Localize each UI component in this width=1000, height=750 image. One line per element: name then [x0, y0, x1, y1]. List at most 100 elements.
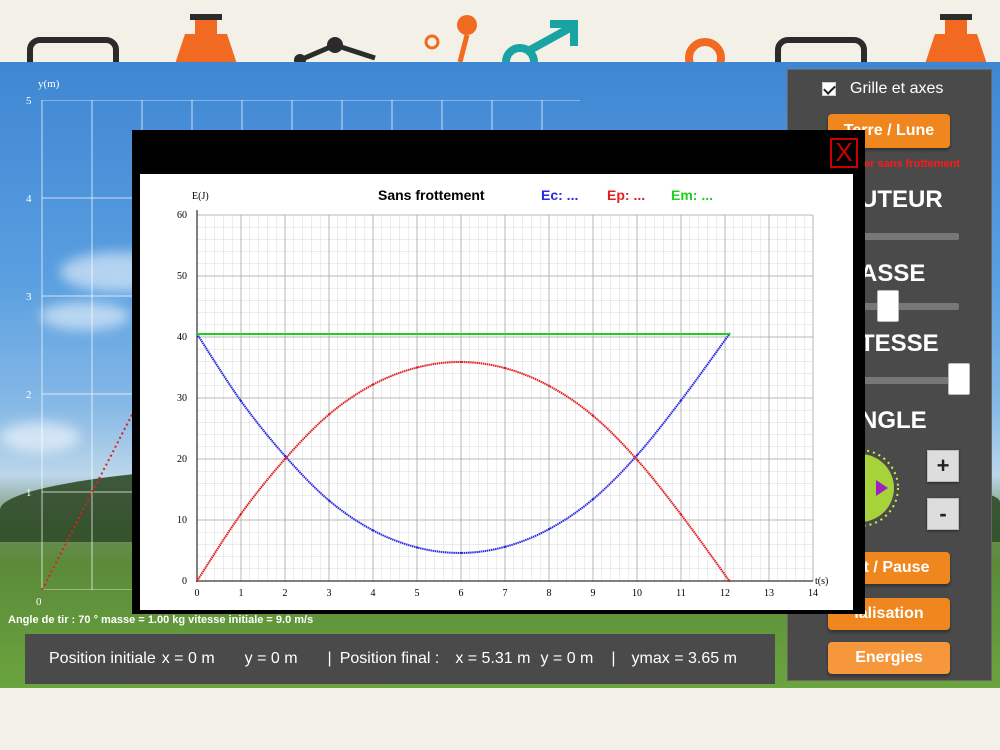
y-tick-label: 30: [177, 393, 187, 404]
x-tick-label: 7: [503, 588, 508, 599]
pin-icon: [424, 15, 477, 62]
series-ec-point: [459, 551, 463, 555]
mass-heading: ASSE: [860, 260, 926, 287]
series-ep-point: [195, 579, 199, 583]
x-tick-label: 5: [415, 588, 420, 599]
x-tick-label: 4: [371, 588, 376, 599]
close-button[interactable]: X: [830, 138, 858, 168]
x-tick-label: 3: [327, 588, 332, 599]
series-ep-point: [283, 457, 287, 461]
final-y-value: y = 0 m: [540, 650, 594, 667]
speed-slider[interactable]: [864, 377, 959, 384]
friction-note: er sans frottement: [864, 158, 960, 170]
series-ep-point: [415, 366, 419, 369]
legend-entry-ec: Ec: ...: [541, 187, 578, 203]
x-tick-label: 14: [808, 588, 818, 599]
y-tick-label: 3: [26, 291, 32, 303]
series-ep-point: [503, 366, 507, 370]
science-icons-decoration: [27, 14, 987, 62]
position-bar: Position initiale x = 0 m y = 0 m | Posi…: [25, 634, 775, 684]
y-tick-label: 20: [177, 454, 187, 465]
angle-heading: NGLE: [860, 407, 927, 434]
separator: |: [611, 650, 616, 667]
series-ep-point: [679, 513, 683, 516]
x-tick-label: 0: [195, 588, 200, 599]
y-tick-label: 1: [26, 487, 32, 499]
angle-plus-button[interactable]: +: [927, 450, 959, 482]
grid-axes-toggle[interactable]: Grille et axes: [822, 80, 943, 98]
x-tick-label: 8: [547, 588, 552, 599]
series-ec-point: [503, 545, 507, 549]
checkbox[interactable]: [822, 82, 836, 96]
series-em-point: [728, 332, 731, 336]
energy-chart: 0 1 2 3 4 5 6 7 8 9 10 11 12 13 140102030405060E(J)t(s…: [177, 187, 828, 599]
final-position-label: Position final :: [339, 650, 440, 667]
molecule-icon: [294, 37, 376, 62]
y-axis-label: E(J): [192, 191, 209, 202]
x-tick-label: 10: [632, 588, 642, 599]
angle-dial[interactable]: [860, 442, 920, 532]
ymax-value: ymax = 3.65 m: [631, 650, 737, 667]
speed-heading: TESSE: [860, 330, 939, 357]
y-tick-label: 0: [36, 596, 42, 608]
legend-entry-ep: Ep: ...: [607, 187, 645, 203]
x-tick-label: 2: [283, 588, 288, 599]
shot-parameters-text: Angle de tir : 70 ° masse = 1.00 kg vite…: [8, 614, 314, 626]
speed-slider-thumb[interactable]: [948, 363, 970, 395]
series-ep-point: [635, 458, 639, 461]
series-ep-point: [459, 360, 463, 364]
series-ep-point: [327, 413, 331, 416]
series-ep-point: [591, 414, 595, 417]
height-slider[interactable]: [864, 233, 959, 240]
series-ec-point: [239, 399, 243, 403]
y-tick-label: 40: [177, 332, 187, 343]
chart-title: Sans frottement: [378, 187, 485, 203]
y-tick-label: 0: [182, 576, 187, 587]
x-tick-label: 9: [591, 588, 596, 599]
series-ec-point: [283, 454, 287, 458]
series-ec-point: [327, 499, 331, 502]
x-tick-label: 11: [676, 588, 686, 599]
series-ec-point: [547, 527, 551, 531]
male-symbol-icon: [502, 20, 578, 62]
height-heading: UTEUR: [860, 186, 943, 213]
initial-position-label: Position initiale: [49, 650, 156, 667]
mass-slider-thumb[interactable]: [877, 290, 899, 322]
x-tick-label: 13: [764, 588, 774, 599]
energy-modal: X 0 1 2 3 4 5 6 7 8 9 10 11 12 13 14 0 10 20 30 40 50 60 E(J) t…: [132, 130, 865, 614]
series-em-point: [195, 332, 199, 336]
initial-y-value: y = 0 m: [244, 650, 298, 667]
series-ep-point: [728, 579, 731, 583]
series-ec-point: [635, 454, 639, 457]
grid-axes-label: Grille et axes: [850, 80, 944, 97]
series-ep-point: [547, 384, 551, 387]
series-ep-point: [371, 383, 375, 386]
series-ec-point: [415, 546, 419, 549]
decorative-header: [0, 0, 1000, 62]
y-tick-label: 60: [177, 210, 187, 221]
angle-minus-button[interactable]: -: [927, 498, 959, 530]
x-axis-label: t(s): [815, 576, 828, 587]
legend-entry-em: Em: ...: [671, 187, 713, 203]
ring-icon: [685, 38, 725, 62]
x-tick-label: 6: [459, 588, 464, 599]
separator: |: [327, 650, 332, 667]
final-x-value: x = 5.31 m: [455, 650, 531, 667]
series-ep-point: [239, 512, 243, 516]
initial-x-value: x = 0 m: [161, 650, 215, 667]
energies-button[interactable]: Energies: [828, 642, 950, 674]
series-ec-point: [371, 529, 375, 532]
energy-chart-container: 0 1 2 3 4 5 6 7 8 9 10 11 12 13 14 0 10 20 30 40 50 60 E(J) t(s…: [140, 174, 853, 610]
flask-icon: [175, 14, 237, 62]
x-tick-label: 12: [720, 588, 730, 599]
series-ec-point: [591, 498, 595, 501]
y-tick-label: 2: [26, 389, 32, 401]
y-tick-label: 10: [177, 515, 187, 526]
y-tick-label: 5: [26, 95, 32, 107]
flask-icon-right: [925, 14, 987, 62]
y-tick-label: 4: [26, 193, 32, 205]
series-ep-line: [196, 361, 731, 582]
y-tick-label: 50: [177, 271, 187, 282]
y-axis-label: y(m): [38, 78, 60, 90]
series-ec-point: [679, 399, 683, 402]
